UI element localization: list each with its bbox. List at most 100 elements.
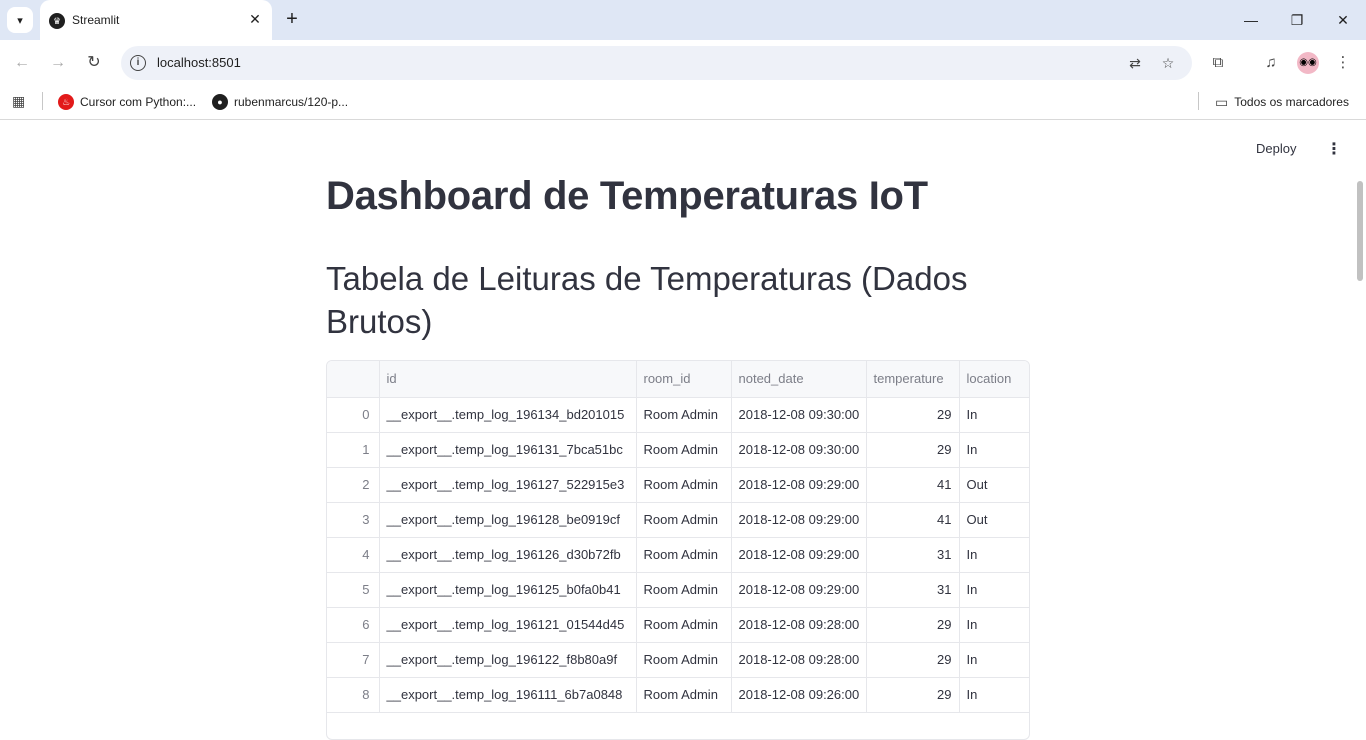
cell-id[interactable]: __export__.temp_log_196131_7bca51bc <box>379 432 637 468</box>
site-info-icon[interactable]: i <box>130 55 146 71</box>
cell-noted-date[interactable]: 2018-12-08 09:29:00 <box>731 537 867 573</box>
restore-icon[interactable]: ❐ <box>1282 8 1312 32</box>
row-index[interactable]: 6 <box>327 607 380 643</box>
cell-temperature[interactable]: 29 <box>866 677 960 713</box>
cell-id[interactable]: __export__.temp_log_196126_d30b72fb <box>379 537 637 573</box>
row-index[interactable]: 3 <box>327 502 380 538</box>
cell-noted-date[interactable]: 2018-12-08 09:29:00 <box>731 502 867 538</box>
cell-id[interactable]: __export__.temp_log_196128_be0919cf <box>379 502 637 538</box>
cell-id[interactable]: __export__.temp_log_196111_6b7a0848 <box>379 677 637 713</box>
cell-location[interactable]: Out <box>959 502 1029 538</box>
back-icon[interactable]: ← <box>11 52 33 74</box>
row-index[interactable]: 7 <box>327 642 380 678</box>
table-row[interactable]: 6 __export__.temp_log_196121_01544d45 Room… <box>327 607 1029 643</box>
row-index[interactable]: 0 <box>327 397 380 433</box>
cell-id[interactable]: __export__.temp_log_196134_bd201015 <box>379 397 637 433</box>
streamlit-app: Deploy ⋮ Dashboard de Temperaturas IoT T… <box>0 121 1366 740</box>
dataframe-table[interactable]: id room_id noted_date temperature locati… <box>326 360 1030 740</box>
media-control-icon[interactable]: ♫ <box>1260 52 1282 74</box>
bookmark-star-icon[interactable]: ☆ <box>1159 54 1177 72</box>
row-index[interactable]: 2 <box>327 467 380 503</box>
cell-noted-date[interactable]: 2018-12-08 09:28:00 <box>731 607 867 643</box>
bookmark-item[interactable]: ♨ Cursor com Python:... <box>58 92 196 112</box>
cell-id[interactable]: __export__.temp_log_196122_f8b80a9f <box>379 642 637 678</box>
cell-location[interactable]: In <box>959 607 1029 643</box>
table-row[interactable]: 1 __export__.temp_log_196131_7bca51bc Room… <box>327 432 1029 468</box>
minimize-icon[interactable]: — <box>1236 8 1266 32</box>
translate-icon[interactable]: ⇄ <box>1126 54 1144 72</box>
row-index[interactable]: 4 <box>327 537 380 573</box>
browser-tab[interactable]: ♛ Streamlit ✕ <box>40 0 272 40</box>
cell-location[interactable]: In <box>959 397 1029 433</box>
cell-temperature[interactable]: 41 <box>866 467 960 503</box>
cell-room-id[interactable]: Room Admin <box>636 467 732 503</box>
cell-location[interactable]: In <box>959 537 1029 573</box>
cell-noted-date[interactable]: 2018-12-08 09:26:00 <box>731 677 867 713</box>
cell-noted-date[interactable]: 2018-12-08 09:28:00 <box>731 642 867 678</box>
cell-room-id[interactable]: Room Admin <box>636 537 732 573</box>
cell-location[interactable]: Out <box>959 467 1029 503</box>
row-index[interactable]: 8 <box>327 677 380 713</box>
cell-room-id[interactable]: Room Admin <box>636 677 732 713</box>
close-window-icon[interactable]: ✕ <box>1328 8 1358 32</box>
extensions-icon[interactable]: ⧉ <box>1207 52 1229 74</box>
table-row[interactable]: 0 __export__.temp_log_196134_bd201015 Room… <box>327 397 1029 433</box>
cell-room-id[interactable]: Room Admin <box>636 642 732 678</box>
cell-location[interactable]: In <box>959 432 1029 468</box>
main-menu-icon[interactable]: ⋮ <box>1326 141 1342 161</box>
cell-room-id[interactable]: Room Admin <box>636 432 732 468</box>
column-header-noted-date[interactable]: noted_date <box>731 361 867 398</box>
cell-noted-date[interactable]: 2018-12-08 09:30:00 <box>731 397 867 433</box>
cell-room-id[interactable]: Room Admin <box>636 572 732 608</box>
row-index[interactable]: 5 <box>327 572 380 608</box>
browser-toolbar: ← → ↻ i localhost:8501 ⇄ ☆ ⧉ ♫ ◉◉ ⋮ <box>0 40 1366 86</box>
table-row[interactable]: 3 __export__.temp_log_196128_be0919cf Room… <box>327 502 1029 538</box>
column-header-id[interactable]: id <box>379 361 637 398</box>
column-header-location[interactable]: location <box>959 361 1029 398</box>
browser-tab-bar: ▾ ♛ Streamlit ✕ + — ❐ ✕ <box>0 0 1366 40</box>
cell-location[interactable]: In <box>959 572 1029 608</box>
cell-noted-date[interactable]: 2018-12-08 09:29:00 <box>731 572 867 608</box>
cell-temperature[interactable]: 29 <box>866 432 960 468</box>
address-bar[interactable]: i localhost:8501 ⇄ ☆ <box>121 46 1192 80</box>
cell-noted-date[interactable]: 2018-12-08 09:29:00 <box>731 467 867 503</box>
cell-room-id[interactable]: Room Admin <box>636 502 732 538</box>
deploy-button[interactable]: Deploy <box>1256 141 1296 156</box>
tab-search-chevron-icon[interactable]: ▾ <box>7 7 33 33</box>
url-text[interactable]: localhost:8501 <box>157 55 241 70</box>
cell-location[interactable]: In <box>959 642 1029 678</box>
table-row[interactable]: 2 __export__.temp_log_196127_522915e3 Room… <box>327 467 1029 503</box>
column-header-index[interactable] <box>327 361 380 398</box>
cell-room-id[interactable]: Room Admin <box>636 397 732 433</box>
cell-id[interactable]: __export__.temp_log_196121_01544d45 <box>379 607 637 643</box>
github-icon: ● <box>212 94 228 110</box>
new-tab-icon[interactable]: + <box>281 8 303 30</box>
cell-temperature[interactable]: 29 <box>866 607 960 643</box>
cell-temperature[interactable]: 31 <box>866 537 960 573</box>
table-row[interactable]: 8 __export__.temp_log_196111_6b7a0848 Room… <box>327 677 1029 713</box>
cell-temperature[interactable]: 29 <box>866 397 960 433</box>
all-bookmarks-button[interactable]: ▭ Todos os marcadores <box>1215 92 1349 112</box>
page-scrollbar[interactable] <box>1357 181 1363 281</box>
column-header-temperature[interactable]: temperature <box>866 361 960 398</box>
table-row[interactable]: 5 __export__.temp_log_196125_b0fa0b41 Room… <box>327 572 1029 608</box>
cell-temperature[interactable]: 41 <box>866 502 960 538</box>
browser-menu-icon[interactable]: ⋮ <box>1332 52 1354 74</box>
reload-icon[interactable]: ↻ <box>83 52 105 74</box>
table-row[interactable]: 4 __export__.temp_log_196126_d30b72fb Room… <box>327 537 1029 573</box>
cell-room-id[interactable]: Room Admin <box>636 607 732 643</box>
bookmark-item[interactable]: ● rubenmarcus/120-p... <box>212 92 348 112</box>
cell-id[interactable]: __export__.temp_log_196127_522915e3 <box>379 467 637 503</box>
column-header-room-id[interactable]: room_id <box>636 361 732 398</box>
cell-noted-date[interactable]: 2018-12-08 09:30:00 <box>731 432 867 468</box>
close-tab-icon[interactable]: ✕ <box>246 10 264 28</box>
apps-grid-icon[interactable]: ▦ <box>12 93 28 109</box>
cell-location[interactable]: In <box>959 677 1029 713</box>
forward-icon[interactable]: → <box>47 52 69 74</box>
table-row[interactable]: 7 __export__.temp_log_196122_f8b80a9f Room… <box>327 642 1029 678</box>
cell-temperature[interactable]: 31 <box>866 572 960 608</box>
cell-id[interactable]: __export__.temp_log_196125_b0fa0b41 <box>379 572 637 608</box>
cell-temperature[interactable]: 29 <box>866 642 960 678</box>
profile-avatar[interactable]: ◉◉ <box>1297 52 1319 74</box>
row-index[interactable]: 1 <box>327 432 380 468</box>
